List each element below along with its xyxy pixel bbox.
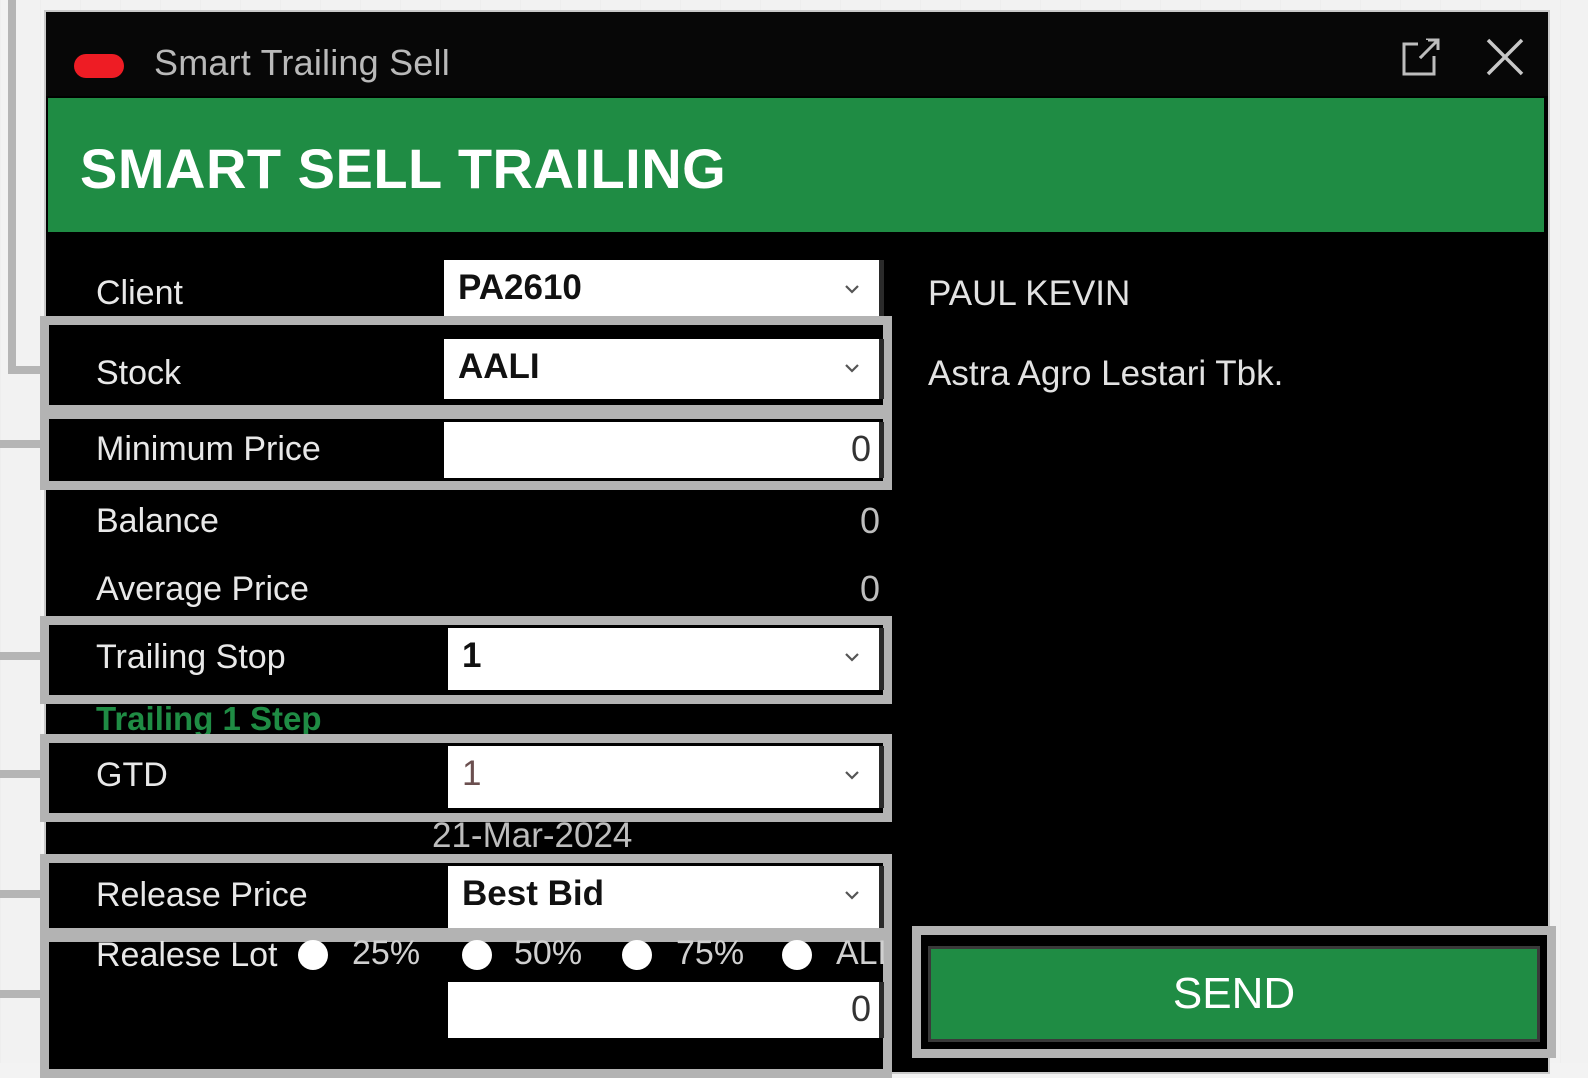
stock-label: Stock	[96, 354, 182, 392]
release-lot-input[interactable]: 0	[448, 982, 884, 1038]
release-lot-value: 0	[850, 988, 871, 1029]
radio-all-label: ALL	[836, 934, 884, 972]
close-icon[interactable]	[1482, 34, 1528, 80]
gtd-value: 1	[462, 754, 482, 793]
chevron-down-icon	[845, 285, 859, 294]
radio-25-percent[interactable]	[298, 940, 328, 970]
title-bar: Smart Trailing Sell	[46, 12, 1548, 96]
radio-50-label: 50%	[514, 934, 583, 972]
window-title: Smart Trailing Sell	[154, 42, 450, 83]
radio-75-percent[interactable]	[622, 940, 652, 970]
radio-all[interactable]	[782, 940, 812, 970]
trailing-stop-label: Trailing Stop	[96, 638, 286, 676]
release-price-value: Best Bid	[462, 874, 604, 913]
release-price-label: Release Price	[96, 876, 308, 914]
balance-value: 0	[859, 500, 880, 541]
header-title: SMART SELL TRAILING	[80, 137, 727, 200]
chevron-down-icon	[845, 364, 859, 373]
minimum-price-label: Minimum Price	[96, 430, 321, 468]
balance-label: Balance	[96, 502, 219, 540]
trailing-stop-select[interactable]: 1	[448, 628, 884, 690]
radio-25-label: 25%	[352, 934, 421, 972]
stock-name: Astra Agro Lestari Tbk.	[928, 354, 1284, 393]
smart-trailing-sell-window: Smart Trailing Sell SMART SELL TRAILING …	[40, 12, 1556, 1078]
client-value: PA2610	[458, 268, 582, 307]
status-pill-icon	[74, 54, 124, 78]
gtd-label: GTD	[96, 756, 168, 794]
stock-value: AALI	[458, 347, 540, 386]
average-price-value: 0	[859, 568, 880, 609]
chevron-down-icon	[845, 653, 859, 662]
client-select[interactable]: PA2610	[444, 260, 884, 318]
radio-50-percent[interactable]	[462, 940, 492, 970]
radio-75-label: 75%	[676, 934, 745, 972]
chevron-down-icon	[845, 771, 859, 780]
trailing-stop-value: 1	[462, 636, 482, 675]
minimum-price-value: 0	[850, 428, 871, 469]
average-price-label: Average Price	[96, 570, 309, 608]
client-name: PAUL KEVIN	[928, 274, 1131, 313]
minimum-price-input[interactable]: 0	[444, 422, 884, 478]
guide-line-vertical	[8, 0, 16, 374]
trailing-step-hint: Trailing 1 Step	[96, 700, 322, 737]
send-button[interactable]: SEND	[928, 946, 1540, 1042]
gtd-date: 21-Mar-2024	[432, 816, 633, 855]
release-price-select[interactable]: Best Bid	[448, 866, 884, 928]
external-window-icon[interactable]	[1398, 34, 1444, 80]
release-lot-label: Realese Lot	[96, 936, 278, 974]
gtd-select[interactable]: 1	[448, 746, 884, 808]
header-banner: SMART SELL TRAILING	[48, 98, 1544, 232]
client-label: Client	[96, 274, 183, 312]
stock-select[interactable]: AALI	[444, 339, 884, 399]
chevron-down-icon	[845, 891, 859, 900]
